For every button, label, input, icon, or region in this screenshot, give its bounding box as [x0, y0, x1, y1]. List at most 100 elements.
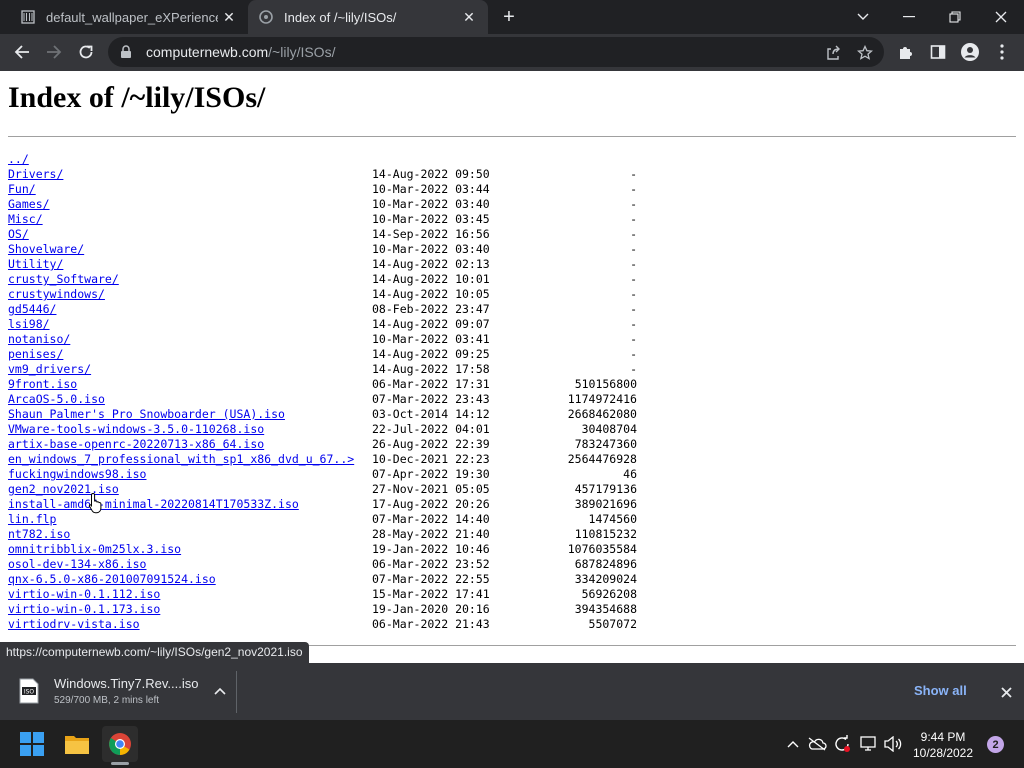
bookmark-star-icon[interactable]	[856, 44, 874, 62]
file-link[interactable]: Shaun Palmer's Pro Snowboarder (USA).iso	[8, 407, 285, 422]
close-window-icon[interactable]	[978, 0, 1024, 34]
file-link[interactable]: 9front.iso	[8, 377, 77, 392]
update-sync-icon[interactable]	[832, 734, 852, 754]
file-size: 783247360	[574, 437, 637, 451]
chrome-menu-icon[interactable]	[988, 38, 1016, 66]
file-explorer-icon[interactable]	[59, 726, 95, 762]
network-monitor-icon[interactable]	[858, 734, 878, 754]
back-arrow-icon[interactable]	[8, 38, 36, 66]
file-size: -	[630, 302, 637, 316]
side-panel-icon[interactable]	[924, 38, 952, 66]
file-link[interactable]: Misc/	[8, 212, 43, 227]
modified-date: 10-Mar-2022 03:40	[372, 197, 490, 211]
tab-close-icon[interactable]: ✕	[458, 6, 480, 28]
file-link[interactable]: notaniso/	[8, 332, 70, 347]
modified-date: 15-Mar-2022 17:41	[372, 587, 490, 601]
page-favicon-icon	[20, 9, 36, 25]
listing-row: gd5446/08-Feb-2022 23:47 -	[8, 302, 648, 317]
file-link[interactable]: ArcaOS-5.0.iso	[8, 392, 105, 407]
modified-date: 14-Aug-2022 02:13	[372, 257, 490, 271]
file-link[interactable]: Games/	[8, 197, 50, 212]
chrome-taskbar-icon[interactable]	[102, 726, 138, 762]
file-size: 389021696	[574, 497, 637, 511]
file-link[interactable]: OS/	[8, 227, 29, 242]
file-link[interactable]: virtiodrv-vista.iso	[8, 617, 140, 632]
modified-date: 06-Mar-2022 17:31	[372, 377, 490, 391]
hand-pointer-cursor-icon	[88, 492, 104, 514]
listing-row: penises/14-Aug-2022 09:25 -	[8, 347, 648, 362]
show-all-downloads-button[interactable]: Show all	[914, 683, 967, 698]
file-link[interactable]: omnitribblix-0m25lx.3.iso	[8, 542, 181, 557]
file-link[interactable]: lin.flp	[8, 512, 56, 527]
listing-row: notaniso/10-Mar-2022 03:41 -	[8, 332, 648, 347]
listing-row: Shaun Palmer's Pro Snowboarder (USA).iso…	[8, 407, 648, 422]
divider	[8, 136, 1016, 137]
file-link[interactable]: VMware-tools-windows-3.5.0-110268.iso	[8, 422, 264, 437]
forward-arrow-icon[interactable]	[40, 38, 68, 66]
clock-date: 10/28/2022	[912, 746, 974, 760]
svg-text:ISO: ISO	[24, 689, 35, 696]
system-clock[interactable]: 9:44 PM 10/28/2022	[912, 729, 974, 761]
file-link[interactable]: Drivers/	[8, 167, 63, 182]
tab-index[interactable]: Index of /~lily/ISOs/ ✕	[248, 0, 488, 34]
chevron-up-icon[interactable]	[210, 681, 230, 701]
file-link[interactable]: penises/	[8, 347, 63, 362]
lock-icon[interactable]	[120, 45, 136, 59]
close-downloads-bar-icon[interactable]	[996, 682, 1016, 702]
tab-close-icon[interactable]: ✕	[218, 6, 240, 28]
file-link[interactable]: Utility/	[8, 257, 63, 272]
restore-icon[interactable]	[932, 0, 978, 34]
file-link[interactable]: artix-base-openrc-20220713-x86_64.iso	[8, 437, 264, 452]
extensions-puzzle-icon[interactable]	[892, 38, 920, 66]
file-link[interactable]: osol-dev-134-x86.iso	[8, 557, 146, 572]
file-link[interactable]: install-amd64-minimal-20220814T170533Z.i…	[8, 497, 299, 512]
new-tab-button[interactable]: +	[496, 5, 522, 29]
file-size: 1076035584	[567, 542, 637, 556]
modified-date: 27-Nov-2021 05:05	[372, 482, 490, 496]
tab-wallpaper[interactable]: default_wallpaper_eXPerience.jpg ✕	[10, 0, 248, 34]
file-link[interactable]: nt782.iso	[8, 527, 70, 542]
file-link[interactable]: fuckingwindows98.iso	[8, 467, 146, 482]
file-link[interactable]: virtio-win-0.1.112.iso	[8, 587, 160, 602]
file-link[interactable]: Shovelware/	[8, 242, 84, 257]
modified-date: 10-Dec-2021 22:23	[372, 452, 490, 466]
iso-file-icon: ISO	[19, 678, 39, 704]
listing-row: Fun/10-Mar-2022 03:44 -	[8, 182, 648, 197]
file-size: 2668462080	[567, 407, 637, 421]
file-link[interactable]: crustywindows/	[8, 287, 105, 302]
profile-avatar-icon[interactable]	[956, 38, 984, 66]
listing-row: Games/10-Mar-2022 03:40 -	[8, 197, 648, 212]
file-link[interactable]: qnx-6.5.0-x86-201007091524.iso	[8, 572, 216, 587]
file-link[interactable]: ../	[8, 152, 29, 167]
file-link[interactable]: lsi98/	[8, 317, 50, 332]
modified-date: 19-Jan-2022 10:46	[372, 542, 490, 556]
onedrive-cloud-icon[interactable]	[807, 734, 827, 754]
file-link[interactable]: Fun/	[8, 182, 36, 197]
listing-row: virtio-win-0.1.173.iso 19-Jan-2020 20:16 3…	[8, 602, 648, 617]
download-item[interactable]: ISO Windows.Tiny7.Rev....iso 529/700 MB,…	[8, 671, 236, 711]
tab-search-icon[interactable]	[840, 0, 886, 34]
show-hidden-icons-chevron-icon[interactable]	[783, 734, 803, 754]
modified-date: 22-Jul-2022 04:01	[372, 422, 490, 436]
address-bar[interactable]: computernewb.com/~lily/ISOs/	[108, 37, 884, 67]
reload-icon[interactable]	[72, 38, 100, 66]
listing-row: gen2_nov2021.iso 27-Nov-2021 05:05 4571791…	[8, 482, 648, 497]
file-link[interactable]: en_windows_7_professional_with_sp1_x86_d…	[8, 452, 354, 467]
file-link[interactable]: crusty_Software/	[8, 272, 119, 287]
volume-speaker-icon[interactable]	[883, 734, 903, 754]
listing-row: artix-base-openrc-20220713-x86_64.iso 26-…	[8, 437, 648, 452]
share-icon[interactable]	[824, 44, 842, 62]
file-link[interactable]: vm9_drivers/	[8, 362, 91, 377]
minimize-icon[interactable]	[886, 0, 932, 34]
file-size: -	[630, 272, 637, 286]
file-size: -	[630, 347, 637, 361]
modified-date: 03-Oct-2014 14:12	[372, 407, 490, 421]
file-link[interactable]: virtio-win-0.1.173.iso	[8, 602, 160, 617]
modified-date: 10-Mar-2022 03:45	[372, 212, 490, 226]
file-size: -	[630, 332, 637, 346]
listing-row: omnitribblix-0m25lx.3.iso 19-Jan-2022 10:…	[8, 542, 648, 557]
start-windows-icon[interactable]	[14, 726, 50, 762]
download-progress: 529/700 MB, 2 mins left	[54, 695, 160, 706]
file-link[interactable]: gd5446/	[8, 302, 56, 317]
notification-count-badge[interactable]: 2	[987, 736, 1004, 753]
